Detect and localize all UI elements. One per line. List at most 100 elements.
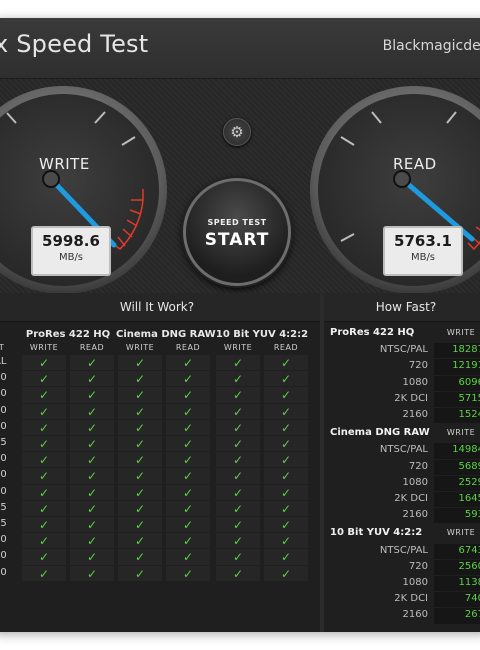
- check-icon: ✓: [182, 356, 194, 370]
- check-icon: ✓: [232, 356, 244, 370]
- check-icon: ✓: [182, 550, 194, 565]
- check-icon: ✓: [280, 534, 292, 549]
- start-button-label: START: [204, 230, 270, 250]
- how-fast-row-value: 2529: [458, 476, 480, 488]
- how-fast-row-label: 2K DCI: [394, 493, 428, 504]
- will-it-work-row-label: 60: [0, 485, 7, 497]
- check-icon: ✓: [182, 372, 194, 387]
- how-fast-row-label: 720: [408, 560, 428, 572]
- gear-icon: ⚙: [230, 123, 244, 141]
- check-icon: ✓: [182, 534, 194, 549]
- will-it-work-col-header: READ: [79, 343, 105, 352]
- check-icon: ✓: [134, 420, 146, 435]
- check-icon: ✓: [182, 404, 194, 419]
- check-icon: ✓: [232, 518, 244, 532]
- how-fast-row-label: 2K DCI: [394, 392, 428, 404]
- will-it-work-row-label: 60: [0, 566, 7, 578]
- check-icon: ✓: [38, 453, 50, 468]
- how-fast-row-value: 1138: [458, 577, 480, 588]
- how-fast-row-value: 12191: [452, 360, 480, 372]
- start-button-caption: SPEED TEST: [207, 218, 267, 227]
- check-icon: ✓: [86, 372, 98, 387]
- will-it-work-col-header: WRITE: [125, 343, 155, 352]
- check-icon: ✓: [232, 566, 244, 581]
- check-icon: ✓: [280, 485, 292, 500]
- check-icon: ✓: [232, 437, 244, 451]
- check-icon: ✓: [232, 404, 244, 419]
- check-icon: ✓: [182, 420, 194, 435]
- read-speed-value: 5763.1: [394, 232, 452, 250]
- how-fast-row-value: 6743: [458, 544, 480, 556]
- check-icon: ✓: [86, 534, 98, 549]
- check-icon: ✓: [134, 566, 146, 581]
- check-icon: ✓: [134, 372, 146, 387]
- check-icon: ✓: [280, 550, 292, 565]
- will-it-work-col-header: WRITE: [223, 343, 253, 352]
- check-icon: ✓: [86, 437, 98, 451]
- how-fast-row-value: 2560: [458, 560, 480, 572]
- settings-button[interactable]: ⚙: [223, 118, 251, 146]
- will-it-work-row-label: AL: [0, 356, 7, 367]
- check-icon: ✓: [86, 356, 98, 370]
- check-icon: ✓: [134, 437, 146, 451]
- will-it-work-row-label: 50: [0, 469, 7, 481]
- check-icon: ✓: [86, 388, 98, 403]
- brand-logo-text[interactable]: Blackmagicdes: [383, 38, 480, 54]
- check-icon: ✓: [280, 404, 292, 419]
- check-icon: ✓: [38, 550, 50, 565]
- will-it-work-row-label: 50: [0, 372, 7, 384]
- will-it-work-panel: Will It Work? ProRes 422 HQ WRITE READ Cine…: [0, 293, 320, 632]
- how-fast-row-value: 1645: [458, 493, 480, 504]
- check-icon: ✓: [38, 566, 50, 581]
- check-icon: ✓: [86, 550, 98, 565]
- will-it-work-row-label: 25: [0, 501, 7, 513]
- how-fast-row-label: 2160: [402, 509, 428, 521]
- check-icon: ✓: [134, 518, 146, 532]
- check-icon: ✓: [280, 437, 292, 451]
- check-icon: ✓: [280, 356, 292, 370]
- will-it-work-col-header: READ: [175, 343, 201, 352]
- will-it-work-row-label: 60: [0, 404, 7, 416]
- check-icon: ✓: [86, 420, 98, 435]
- will-it-work-group-header: Cinema DNG RAW: [116, 329, 216, 340]
- how-fast-row-value: 593: [464, 509, 480, 521]
- how-fast-row-label: 2160: [402, 609, 428, 621]
- will-it-work-group-header: ProRes 422 HQ: [25, 329, 111, 340]
- will-it-work-col-header: READ: [273, 343, 299, 352]
- check-icon: ✓: [38, 518, 50, 532]
- how-fast-row-value: 1524: [458, 409, 480, 420]
- check-icon: ✓: [232, 388, 244, 403]
- how-fast-row-value: 5715: [458, 392, 480, 404]
- how-fast-row-label: 720: [408, 460, 428, 472]
- check-icon: ✓: [232, 372, 244, 387]
- will-it-work-row-label: 50: [0, 550, 7, 562]
- how-fast-row-value: 14984: [452, 444, 480, 456]
- check-icon: ✓: [38, 437, 50, 451]
- start-button[interactable]: SPEED TEST START: [183, 178, 291, 286]
- check-icon: ✓: [182, 485, 194, 500]
- will-it-work-row-label: 25: [0, 437, 7, 448]
- check-icon: ✓: [280, 469, 292, 484]
- how-fast-section-title: Cinema DNG RAW: [330, 427, 430, 439]
- check-icon: ✓: [280, 420, 292, 435]
- app-window: x Speed Test Blackmagicdes WRITE 5998.6 …: [0, 18, 480, 632]
- how-fast-row-value: 18287: [452, 344, 480, 356]
- check-icon: ✓: [182, 566, 194, 581]
- check-icon: ✓: [86, 518, 98, 532]
- check-icon: ✓: [182, 388, 194, 403]
- how-fast-row-value: 5689: [458, 460, 480, 472]
- check-icon: ✓: [182, 501, 194, 516]
- how-fast-row-value: 267: [464, 609, 480, 621]
- check-icon: ✓: [134, 501, 146, 516]
- how-fast-row-label: NTSC/PAL: [379, 344, 428, 356]
- read-gauge-label: READ: [393, 155, 437, 173]
- check-icon: ✓: [280, 388, 292, 403]
- check-icon: ✓: [86, 469, 98, 484]
- check-icon: ✓: [134, 534, 146, 549]
- check-icon: ✓: [280, 566, 292, 581]
- check-icon: ✓: [134, 356, 146, 370]
- how-fast-panel: How Fast? ProRes 422 HQ WRITE NTSC/PAL 1828…: [324, 293, 480, 632]
- how-fast-title: How Fast?: [324, 293, 480, 322]
- check-icon: ✓: [232, 485, 244, 500]
- check-icon: ✓: [232, 469, 244, 484]
